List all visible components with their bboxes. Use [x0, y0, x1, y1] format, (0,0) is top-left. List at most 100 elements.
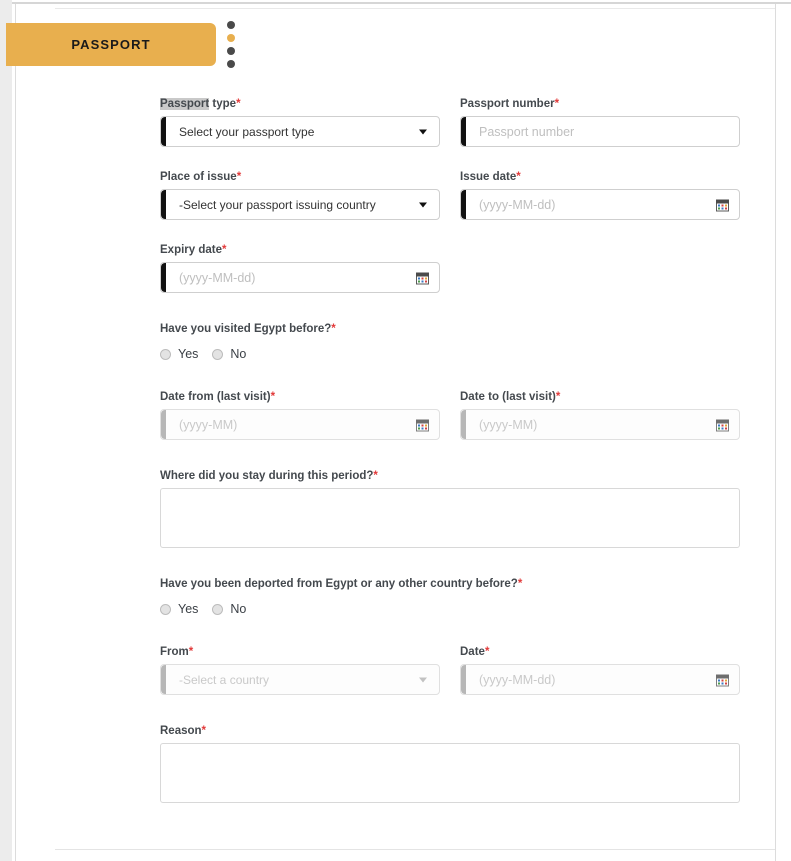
- required-marker: *: [222, 244, 227, 256]
- visited-egypt-radio-group: Yes No: [160, 347, 740, 361]
- issue-date-placeholder: (yyyy-MM-dd): [479, 197, 556, 212]
- application-page: PASSPORT Passport type* Select your pass…: [0, 0, 791, 861]
- field-accent-bar: [161, 117, 166, 146]
- field-accent-bar: [461, 665, 466, 694]
- field-passport-type: Passport type* Select your passport type: [160, 98, 440, 147]
- passport-number-label-text: Passport number: [460, 98, 555, 110]
- field-accent-bar: [461, 410, 466, 439]
- deported-date-label: Date*: [460, 646, 740, 658]
- deported-option-no-label: No: [230, 602, 247, 616]
- calendar-icon[interactable]: [716, 673, 729, 686]
- stay-location-textarea[interactable]: [160, 488, 740, 548]
- deported-radio-group: Yes No: [160, 602, 740, 616]
- visited-egypt-label-text: Have you visited Egypt before?: [160, 323, 332, 335]
- issue-date-label-text: Issue date: [460, 171, 517, 183]
- chevron-down-icon: [419, 202, 427, 207]
- field-accent-bar: [161, 665, 166, 694]
- required-marker: *: [188, 646, 194, 658]
- step-dot-1[interactable]: [227, 21, 235, 29]
- tab-passport-label: PASSPORT: [71, 37, 151, 52]
- chevron-down-icon: [419, 129, 427, 134]
- required-marker: *: [484, 646, 490, 658]
- chevron-down-icon: [419, 677, 427, 682]
- form-row-expiry: Expiry date* (yyyy-MM-dd): [160, 244, 740, 293]
- top-inner-divider: [55, 8, 775, 9]
- field-date-from-last-visit: Date from (last visit)* (yyyy-MM): [160, 391, 440, 440]
- step-dot-2-active[interactable]: [227, 34, 235, 42]
- passport-type-select[interactable]: Select your passport type: [160, 116, 440, 147]
- step-indicator-dots: [227, 21, 235, 68]
- expiry-date-input[interactable]: (yyyy-MM-dd): [160, 262, 440, 293]
- step-dot-3[interactable]: [227, 47, 235, 55]
- visited-egypt-option-no-label: No: [230, 347, 247, 361]
- form-row-deportation-details: From* -Select a country Date* (yyyy-MM-d…: [160, 646, 740, 695]
- visited-egypt-option-no[interactable]: No: [212, 347, 246, 361]
- expiry-date-label-text: Expiry date: [160, 244, 222, 256]
- expiry-date-placeholder: (yyyy-MM-dd): [179, 270, 256, 285]
- passport-number-input[interactable]: Passport number: [460, 116, 740, 147]
- tab-passport[interactable]: PASSPORT: [6, 23, 216, 66]
- visited-egypt-option-yes[interactable]: Yes: [160, 347, 198, 361]
- passport-type-label: Passport type*: [160, 98, 440, 110]
- deported-option-yes-label: Yes: [178, 602, 199, 616]
- date-from-last-visit-placeholder: (yyyy-MM): [179, 417, 238, 432]
- field-deported: Have you been deported from Egypt or any…: [160, 578, 740, 616]
- field-place-of-issue: Place of issue* -Select your passport is…: [160, 171, 440, 220]
- required-marker: *: [517, 578, 523, 590]
- deported-date-input[interactable]: (yyyy-MM-dd): [460, 664, 740, 695]
- visited-egypt-option-yes-label: Yes: [178, 347, 199, 361]
- left-gutter: [0, 0, 12, 861]
- place-of-issue-value: -Select your passport issuing country: [179, 197, 376, 212]
- required-marker: *: [236, 171, 242, 183]
- bottom-divider: [55, 849, 775, 850]
- date-from-last-visit-label-text: Date from (last visit): [160, 391, 271, 403]
- deported-reason-textarea[interactable]: [160, 743, 740, 803]
- visited-egypt-label: Have you visited Egypt before?*: [160, 323, 740, 335]
- deported-option-no[interactable]: No: [212, 602, 246, 616]
- required-marker: *: [331, 323, 336, 335]
- field-deported-from: From* -Select a country: [160, 646, 440, 695]
- right-vertical-rule: [775, 4, 776, 861]
- step-dot-4[interactable]: [227, 60, 235, 68]
- required-marker: *: [201, 725, 207, 737]
- passport-type-value: Select your passport type: [179, 124, 315, 139]
- radio-button-icon[interactable]: [160, 348, 171, 360]
- required-marker: *: [373, 470, 378, 482]
- field-accent-bar: [461, 190, 466, 219]
- field-accent-bar: [161, 190, 166, 219]
- form-row-issue: Place of issue* -Select your passport is…: [160, 171, 740, 220]
- deported-from-value: -Select a country: [179, 672, 270, 687]
- required-marker: *: [236, 98, 241, 110]
- place-of-issue-label: Place of issue*: [160, 171, 440, 183]
- radio-button-icon[interactable]: [160, 603, 171, 615]
- form-row-passport-identity: Passport type* Select your passport type…: [160, 98, 740, 147]
- stay-location-label: Where did you stay during this period?*: [160, 470, 740, 482]
- stay-location-label-text: Where did you stay during this period?: [160, 470, 374, 482]
- field-issue-date: Issue date* (yyyy-MM-dd): [460, 171, 740, 220]
- calendar-icon[interactable]: [416, 271, 429, 284]
- field-deported-date: Date* (yyyy-MM-dd): [460, 646, 740, 695]
- date-to-last-visit-placeholder: (yyyy-MM): [479, 417, 538, 432]
- radio-button-icon[interactable]: [212, 603, 224, 615]
- issue-date-input[interactable]: (yyyy-MM-dd): [460, 189, 740, 220]
- deported-date-label-text: Date: [460, 646, 485, 658]
- passport-form: Passport type* Select your passport type…: [160, 98, 740, 803]
- field-passport-number: Passport number* Passport number: [460, 98, 740, 147]
- deported-label-text: Have you been deported from Egypt or any…: [160, 578, 518, 590]
- calendar-icon[interactable]: [416, 418, 429, 431]
- deported-from-select[interactable]: -Select a country: [160, 664, 440, 695]
- expiry-date-label: Expiry date*: [160, 244, 440, 256]
- field-stay-location: Where did you stay during this period?*: [160, 470, 740, 548]
- calendar-icon[interactable]: [716, 418, 729, 431]
- deported-reason-label-text: Reason: [160, 725, 202, 737]
- radio-button-icon[interactable]: [212, 348, 224, 360]
- field-accent-bar: [161, 263, 166, 292]
- deported-option-yes[interactable]: Yes: [160, 602, 198, 616]
- required-marker: *: [554, 98, 560, 110]
- deported-from-label-text: From: [160, 646, 189, 658]
- date-to-last-visit-input[interactable]: (yyyy-MM): [460, 409, 740, 440]
- passport-type-label-rest: type: [209, 98, 237, 110]
- calendar-icon[interactable]: [716, 198, 729, 211]
- place-of-issue-select[interactable]: -Select your passport issuing country: [160, 189, 440, 220]
- date-from-last-visit-input[interactable]: (yyyy-MM): [160, 409, 440, 440]
